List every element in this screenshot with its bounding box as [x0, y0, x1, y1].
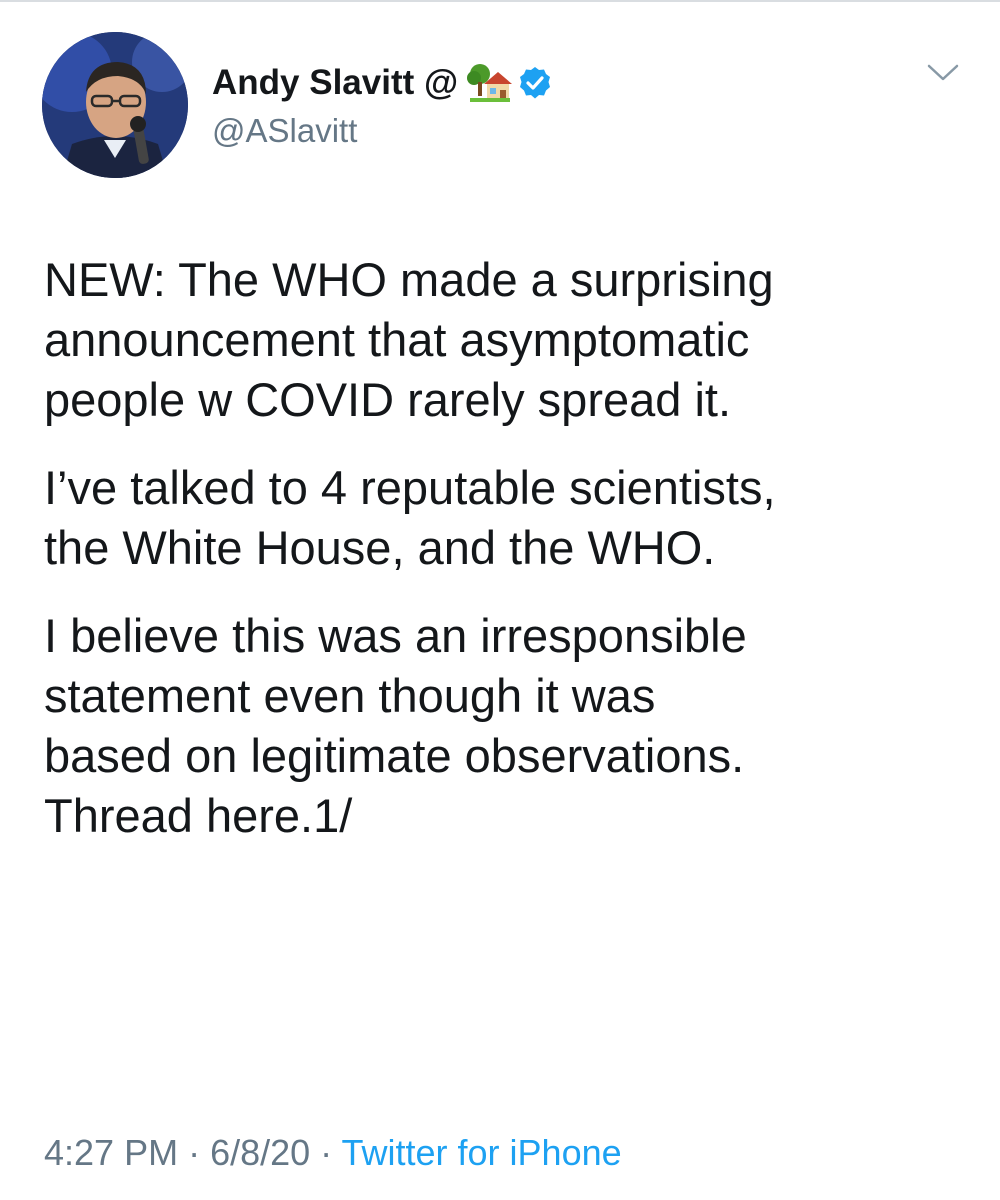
avatar-photo — [42, 32, 188, 178]
tweet-paragraph: NEW: The WHO made a surprising announcem… — [44, 253, 774, 426]
tweet-header: Andy Slavitt @ @ASlavitt — [42, 32, 972, 182]
tweet-paragraph: I’ve talked to 4 reputable scientists, t… — [44, 461, 776, 574]
tweet-card: Andy Slavitt @ @ASlavitt NEW: The WHO ma… — [0, 0, 1000, 1200]
avatar[interactable] — [42, 32, 188, 178]
meta-separator: · — [178, 1132, 211, 1173]
meta-separator: · — [310, 1132, 342, 1173]
tweet-meta: 4:27 PM · 6/8/20 · Twitter for iPhone — [44, 1132, 622, 1174]
tweet-text: NEW: The WHO made a surprising announcem… — [44, 250, 974, 874]
user-handle[interactable]: @ASlavitt — [212, 112, 552, 150]
display-name-row: Andy Slavitt @ — [212, 60, 552, 106]
tweet-date[interactable]: 6/8/20 — [210, 1132, 310, 1173]
tweet-source-link[interactable]: Twitter for iPhone — [342, 1132, 622, 1173]
tweet-paragraph: I believe this was an irresponsible stat… — [44, 609, 747, 842]
verified-badge-icon — [518, 66, 552, 100]
house-with-tree-emoji — [466, 62, 513, 104]
display-name[interactable]: Andy Slavitt @ — [212, 63, 458, 103]
author-names: Andy Slavitt @ @ASlavitt — [212, 60, 552, 150]
chevron-down-icon[interactable] — [926, 62, 960, 84]
tweet-time[interactable]: 4:27 PM — [44, 1132, 178, 1173]
